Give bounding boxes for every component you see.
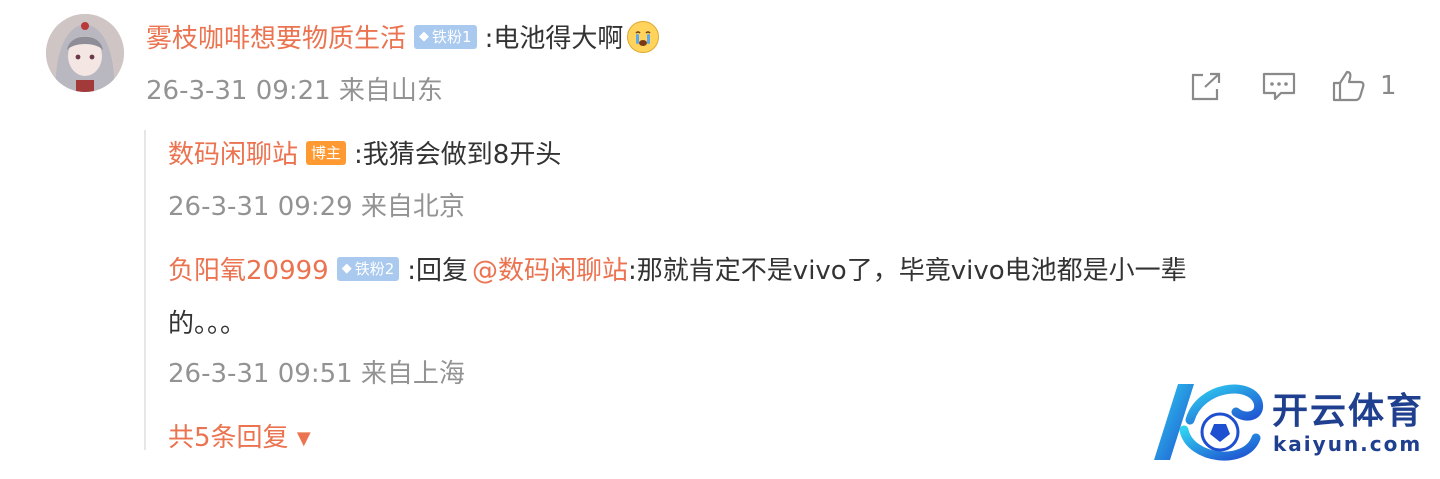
avatar[interactable] [46, 14, 124, 92]
fan-badge[interactable]: ◆ 铁粉1 [414, 24, 477, 49]
fan-badge-2[interactable]: ◆ 铁粉2 [336, 256, 400, 281]
reply-2-text-line1: :那就肯定不是vivo了，毕竟vivo电池都是小一辈 [628, 256, 1187, 286]
host-badge[interactable]: 博主 [306, 140, 347, 165]
caret-down-icon: ▼ [296, 428, 311, 449]
more-replies-label: 共5条回复 [168, 423, 289, 453]
reply-2-text-line2: 的。。。 [168, 309, 247, 339]
watermark-cn: 开云体育 [1272, 391, 1425, 432]
reply-1-text: :我猜会做到8开头 [354, 140, 562, 170]
watermark-en: kaiyun.com [1273, 432, 1423, 456]
fan-badge-label: 铁粉1 [432, 28, 472, 46]
comment-meta: 26-3-31 09:21 来自山东 [146, 76, 443, 106]
reply-2-username[interactable]: 负阳氧20999 [168, 250, 329, 287]
like-icon[interactable] [1331, 69, 1367, 103]
share-icon[interactable] [1189, 71, 1223, 103]
diamond-icon: ◆ [419, 29, 430, 44]
reply-2-mention[interactable]: @数码闲聊站 [472, 250, 628, 287]
comment-text: :电池得大啊 [484, 24, 624, 54]
reply-2-meta: 26-3-31 09:51 来自上海 [168, 359, 465, 389]
diamond-icon: ◆ [341, 261, 352, 276]
like-count: 1 [1380, 71, 1397, 101]
reply-1-username[interactable]: 数码闲聊站 [168, 134, 298, 171]
reply-2-prefix: :回复 [407, 256, 469, 286]
comment-username[interactable]: 雾枝咖啡想要物质生活 [146, 18, 406, 55]
more-replies-link[interactable]: 共5条回复 ▼ [168, 417, 311, 454]
reply-2-header: 负阳氧20999 ◆ 铁粉2 :回复 @数码闲聊站 :那就肯定不是vivo了，毕… [168, 250, 1187, 287]
reply-1-meta: 26-3-31 09:29 来自北京 [168, 192, 465, 222]
reply-1-header: 数码闲聊站 博主 :我猜会做到8开头 [168, 134, 561, 171]
kaiyun-watermark: 开云体育 kaiyun.com [1150, 376, 1430, 468]
avatar-image [46, 14, 124, 92]
crying-emoji-icon [627, 20, 660, 53]
kaiyun-logo-icon [1154, 384, 1264, 461]
comment-icon[interactable] [1261, 71, 1297, 103]
comment-header: 雾枝咖啡想要物质生活 ◆ 铁粉1 :电池得大啊 [146, 18, 660, 55]
fan-badge-2-label: 铁粉2 [354, 260, 395, 278]
